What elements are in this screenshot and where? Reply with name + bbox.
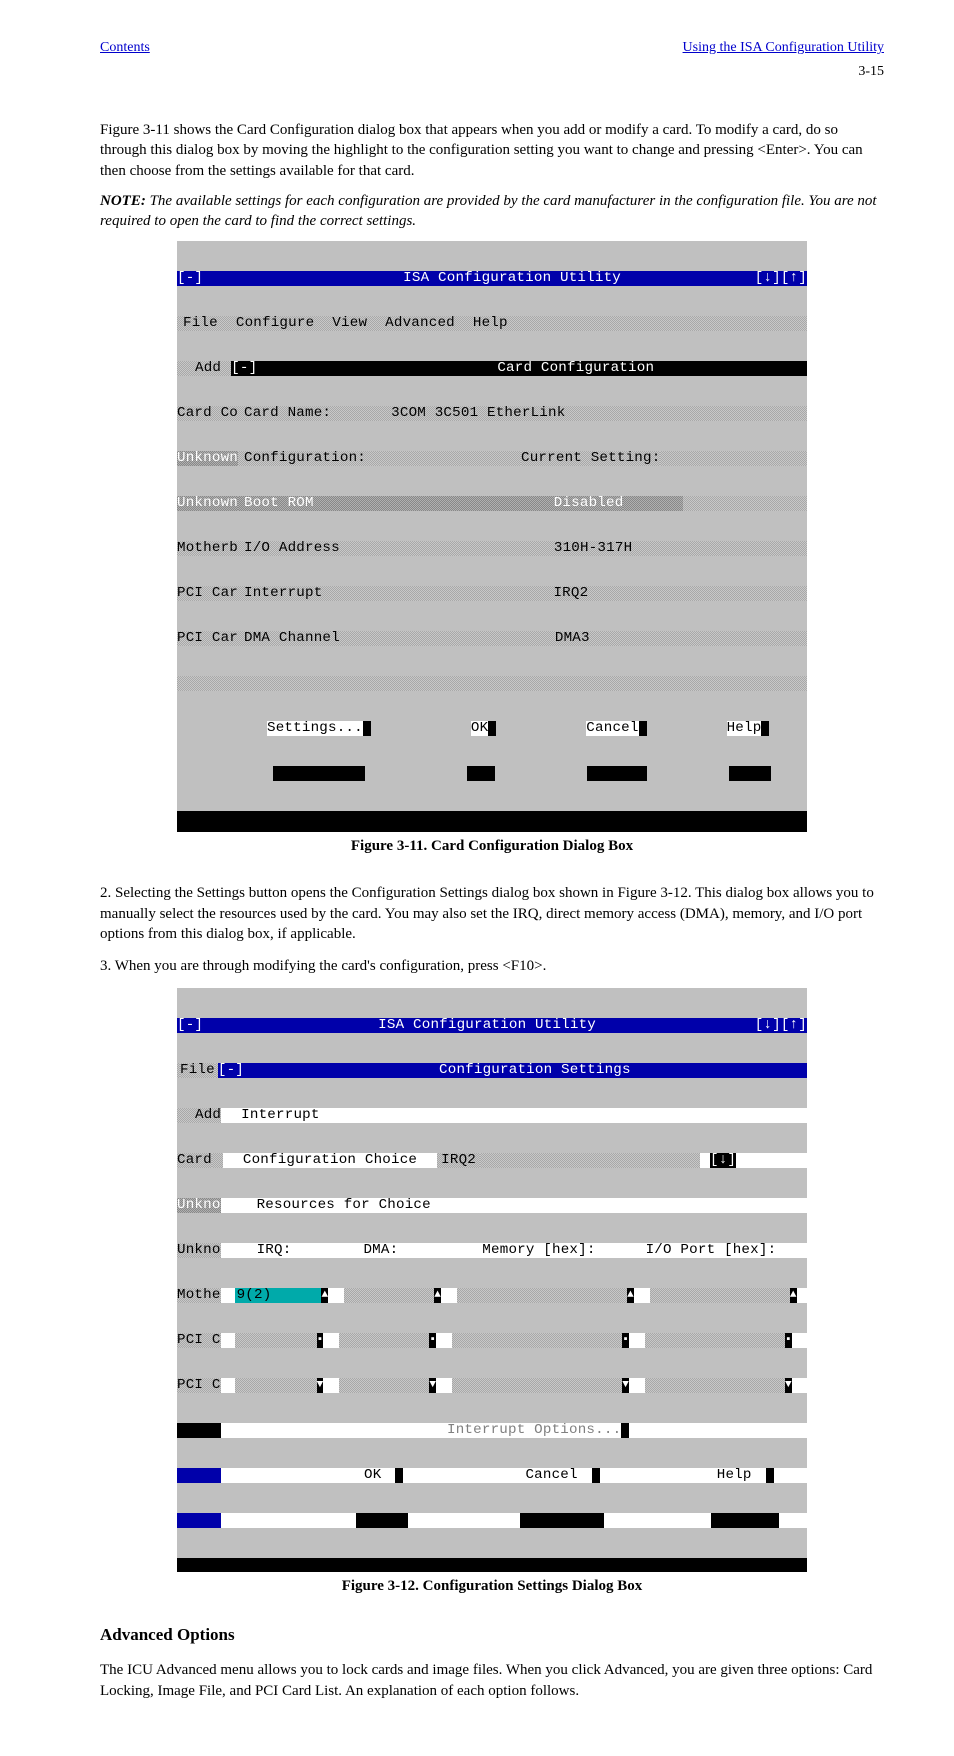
up-arrow-icon[interactable]: ▲	[321, 1288, 328, 1303]
help-button[interactable]: Help	[703, 1468, 766, 1483]
divider-icon: ▪	[429, 1333, 436, 1348]
conf-choice-value[interactable]: IRQ2	[437, 1153, 480, 1168]
left-col: Add	[195, 1108, 221, 1123]
ok-button[interactable]: OK	[350, 1468, 395, 1483]
down-arrow-icon[interactable]: ▼	[785, 1378, 792, 1393]
divider-icon: ▪	[622, 1333, 629, 1348]
left-col: PCI C	[177, 1378, 221, 1393]
left-col: Card	[177, 1153, 212, 1168]
figure-3-11: [-] ISA Configuration Utility [↓][↑] File C…	[177, 241, 807, 811]
minus-icon: [-]	[177, 1018, 203, 1033]
row-left: Unknown	[177, 496, 238, 511]
intro-paragraph: Figure 3-11 shows the Card Configuration…	[100, 120, 884, 181]
menu-view[interactable]: View	[332, 316, 367, 331]
row-label[interactable]: Boot ROM	[244, 496, 314, 511]
card-name-label: Card Name:	[244, 406, 331, 421]
figure-3-12: [-]ISA Configuration Utility[↓][↑] File[…	[177, 988, 807, 1558]
dialog-title: Card Configuration	[497, 361, 654, 376]
menu-help[interactable]: Help	[473, 316, 508, 331]
figure-caption-2: Figure 3-12. Configuration Settings Dial…	[100, 1578, 884, 1595]
row-value: DMA3	[555, 631, 590, 646]
step-3: 3. When you are through modifying the ca…	[100, 956, 884, 976]
up-arrow-icon[interactable]: ▲	[790, 1288, 797, 1303]
menu-file[interactable]: File	[180, 1063, 215, 1078]
advanced-options-heading: Advanced Options	[100, 1625, 884, 1645]
configuration-label: Configuration:	[244, 451, 366, 466]
minus-icon: [-]	[231, 361, 257, 376]
left-col: PCI C	[177, 1333, 221, 1348]
figure-caption-1: Figure 3-11. Card Configuration Dialog B…	[100, 838, 884, 855]
page-number: 3-15	[100, 64, 884, 80]
dialog-title: Configuration Settings	[439, 1063, 631, 1078]
help-button[interactable]: Help	[727, 721, 762, 736]
interrupt-options-button: Interrupt Options...	[447, 1423, 621, 1438]
down-arrow-icon[interactable]: ▼	[317, 1378, 324, 1393]
row-value: 310H-317H	[554, 541, 632, 556]
row-value: Disabled	[554, 496, 624, 511]
window-title: ISA Configuration Utility	[378, 1018, 596, 1033]
col-ioport: I/O Port [hex]:	[646, 1243, 777, 1258]
menu-file[interactable]: File	[183, 316, 218, 331]
scroll-arrows-icon: [↓][↑]	[755, 271, 807, 286]
minus-icon: [-]	[218, 1063, 244, 1078]
card-co-label: Card Co	[177, 406, 238, 421]
row-left: Motherb	[177, 541, 238, 556]
intro-note: NOTE: The available settings for each co…	[100, 191, 884, 232]
col-dma: DMA:	[363, 1243, 398, 1258]
row-value: IRQ2	[553, 586, 588, 601]
row-label[interactable]: Interrupt	[244, 586, 322, 601]
interrupt-label: Interrupt	[241, 1108, 319, 1123]
menu-configure[interactable]: Configure	[236, 316, 314, 331]
dropdown-icon[interactable]: [↓]	[710, 1153, 736, 1168]
menu-advanced[interactable]: Advanced	[385, 316, 455, 331]
row-label[interactable]: I/O Address	[244, 541, 340, 556]
add-label: Add	[195, 361, 221, 376]
window-title: ISA Configuration Utility	[403, 271, 621, 286]
divider-icon: ▪	[317, 1333, 324, 1348]
conf-choice-label: Configuration Choice	[243, 1153, 417, 1168]
row-left: PCI Car	[177, 631, 238, 646]
col-irq: IRQ:	[257, 1243, 292, 1258]
minus-icon: [-]	[177, 271, 203, 286]
ok-button[interactable]: OK	[471, 721, 488, 736]
note-label: NOTE:	[100, 193, 146, 209]
col-memory: Memory [hex]:	[482, 1243, 595, 1258]
irq-value[interactable]: 9(2)	[235, 1288, 274, 1303]
contents-link[interactable]: Contents	[100, 40, 150, 56]
note-body: The available settings for each configur…	[100, 193, 877, 229]
card-name-value: 3COM 3C501 EtherLink	[391, 406, 565, 421]
up-arrow-icon[interactable]: ▲	[627, 1288, 634, 1303]
step-2: 2. Selecting the Settings button opens t…	[100, 883, 884, 944]
settings-button[interactable]: Settings...	[267, 721, 363, 736]
section-link[interactable]: Using the ISA Configuration Utility	[683, 40, 884, 56]
left-col: Unkno	[177, 1198, 221, 1213]
left-col: Mothe	[177, 1288, 221, 1303]
scroll-arrows-icon: [↓][↑]	[755, 1018, 807, 1033]
up-arrow-icon[interactable]: ▲	[434, 1288, 441, 1303]
down-arrow-icon[interactable]: ▼	[622, 1378, 629, 1393]
unknown-badge: Unknown	[177, 451, 238, 466]
divider-icon: ▪	[785, 1333, 792, 1348]
left-col: Unkno	[177, 1243, 221, 1258]
down-arrow-icon[interactable]: ▼	[429, 1378, 436, 1393]
cancel-button[interactable]: Cancel	[511, 1468, 591, 1483]
current-setting-label: Current Setting:	[521, 451, 660, 466]
advanced-options-body: The ICU Advanced menu allows you to lock…	[100, 1660, 884, 1701]
row-label[interactable]: DMA Channel	[244, 631, 340, 646]
resources-label: Resources for Choice	[257, 1198, 431, 1213]
row-left: PCI Car	[177, 586, 238, 601]
cancel-button[interactable]: Cancel	[586, 721, 638, 736]
